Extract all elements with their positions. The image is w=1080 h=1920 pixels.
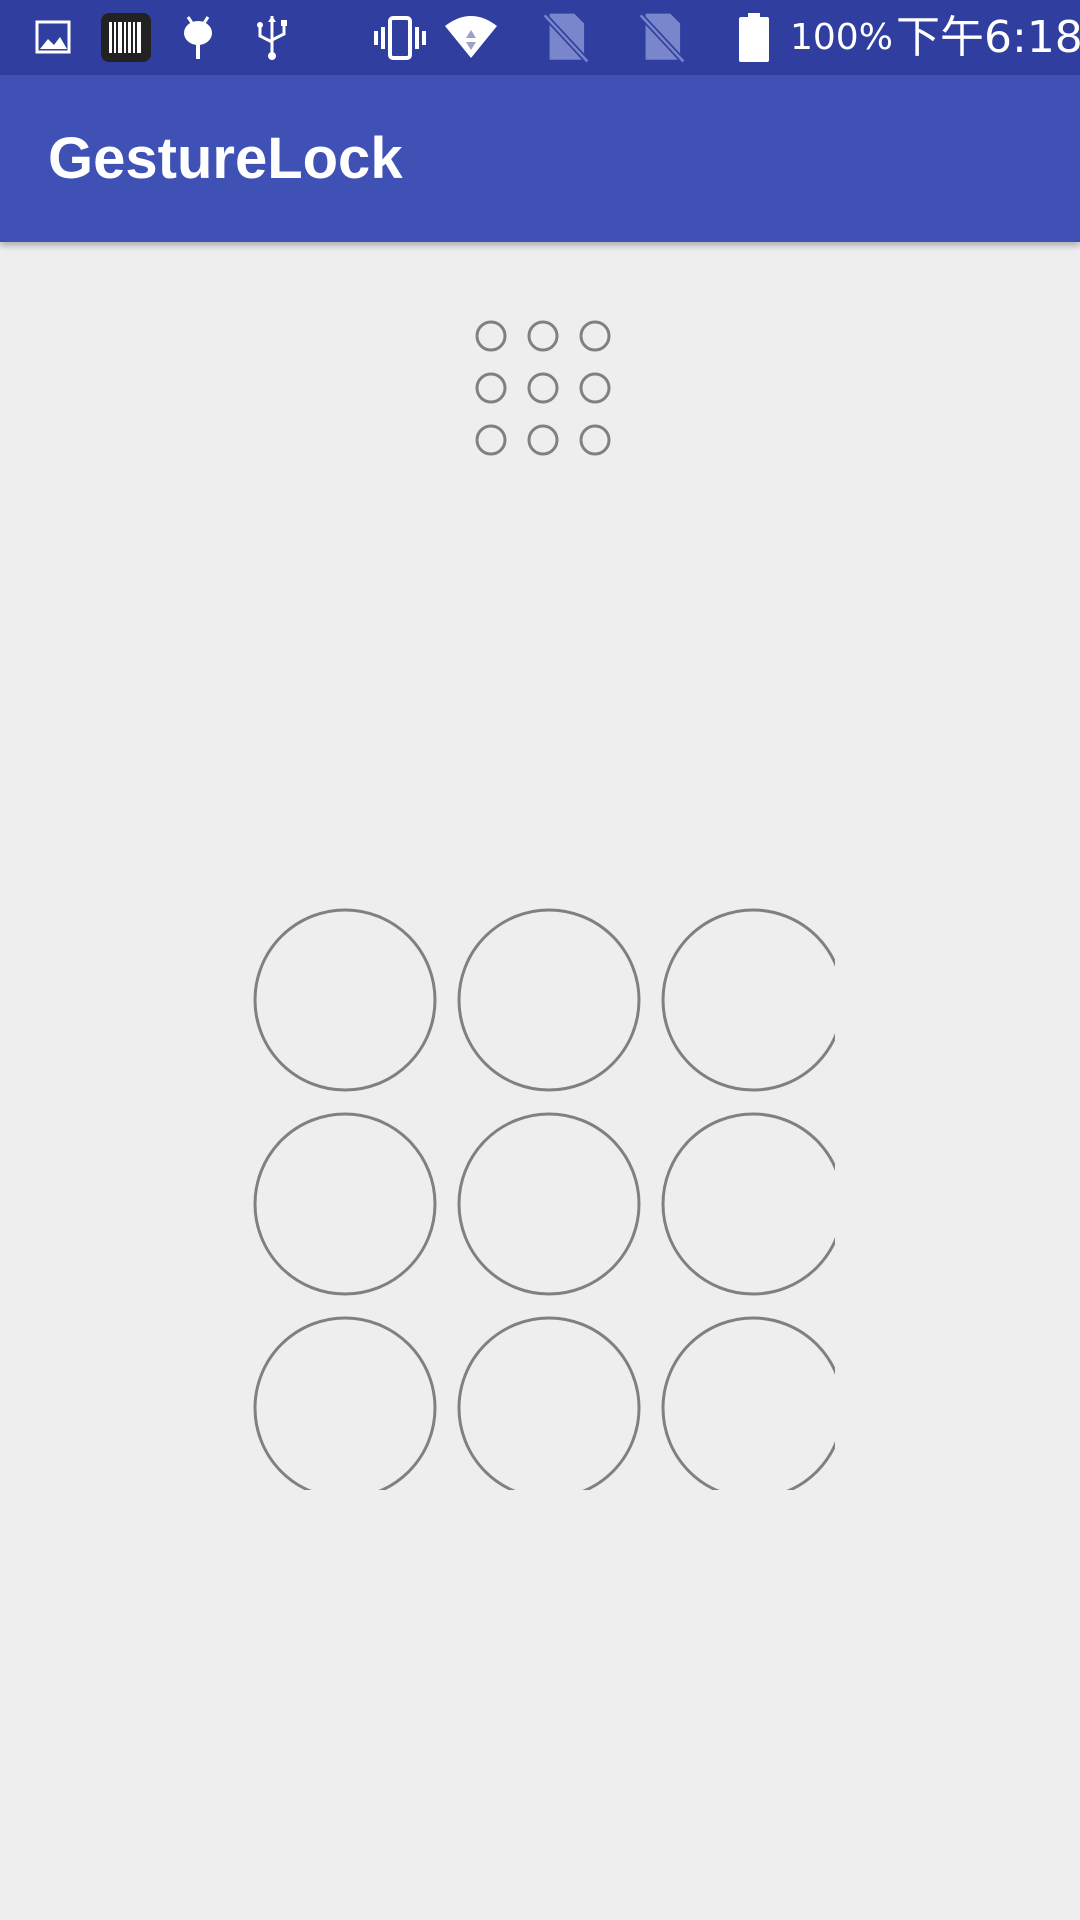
no-sim-icon <box>638 13 686 63</box>
preview-dot-9 <box>579 424 611 456</box>
preview-dot-2 <box>527 320 559 352</box>
usb-icon <box>257 16 287 60</box>
lock-node-3[interactable] <box>661 908 835 1092</box>
lock-node-1[interactable] <box>253 908 437 1092</box>
lock-node-8[interactable] <box>457 1316 641 1490</box>
preview-dot-7 <box>475 424 507 456</box>
preview-dot-8 <box>527 424 559 456</box>
battery-percent: 100% <box>790 17 893 58</box>
preview-dot-6 <box>579 372 611 404</box>
battery-icon <box>739 13 769 62</box>
preview-dot-5 <box>527 372 559 404</box>
no-sim-icon <box>542 13 590 63</box>
gesture-lock-grid[interactable] <box>243 898 835 1490</box>
lock-node-5[interactable] <box>457 1112 641 1296</box>
status-bar: 100% 下午6:18 <box>0 0 1080 75</box>
gesture-preview <box>465 310 615 460</box>
barcode-icon <box>101 13 151 62</box>
clock: 下午6:18 <box>896 12 1080 63</box>
app-bar: GestureLock <box>0 75 1080 242</box>
lock-node-2[interactable] <box>457 908 641 1092</box>
gesture-preview-grid <box>475 320 611 456</box>
lock-node-6[interactable] <box>661 1112 835 1296</box>
gallery-icon <box>35 20 71 54</box>
preview-dot-3 <box>579 320 611 352</box>
android-debug-icon <box>184 16 212 59</box>
preview-dot-1 <box>475 320 507 352</box>
app-title: GestureLock <box>48 126 403 191</box>
gesture-lock-pad[interactable] <box>243 898 835 1490</box>
wifi-icon <box>445 16 497 58</box>
lock-node-4[interactable] <box>253 1112 437 1296</box>
vibrate-icon <box>374 16 426 60</box>
lock-node-9[interactable] <box>661 1316 835 1490</box>
preview-dot-4 <box>475 372 507 404</box>
lock-node-7[interactable] <box>253 1316 437 1490</box>
